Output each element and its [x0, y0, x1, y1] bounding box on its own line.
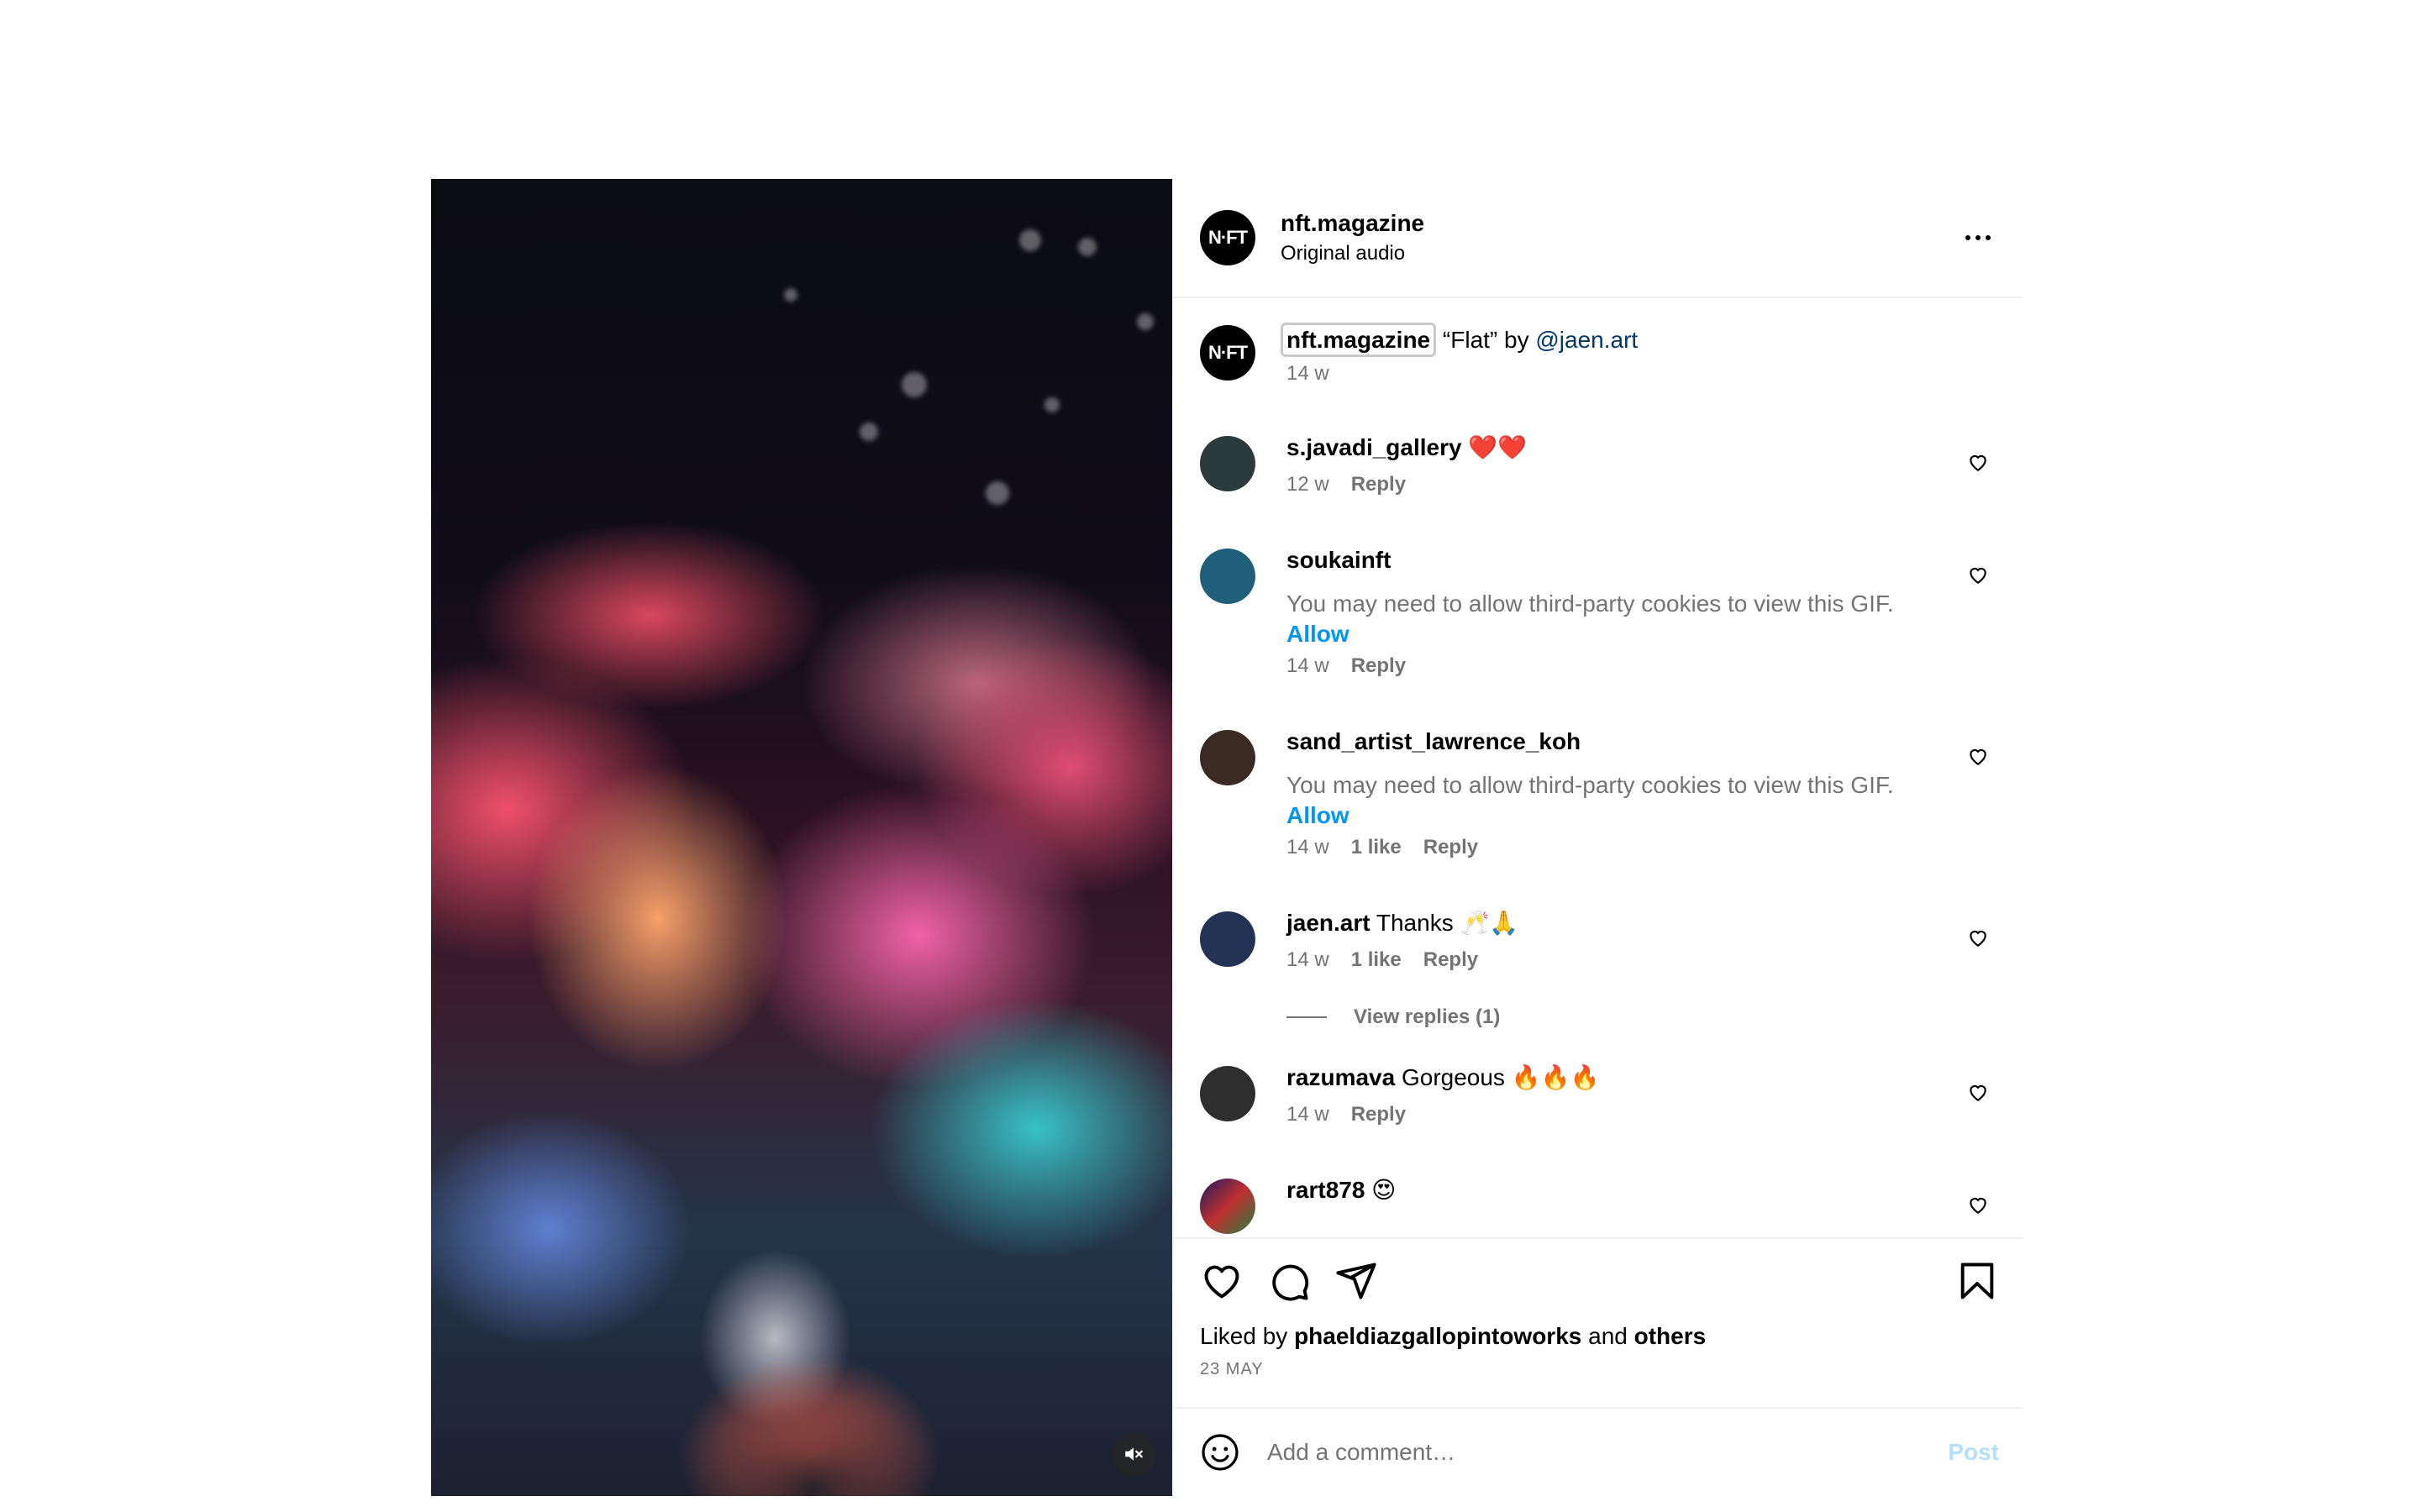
commenter-avatar[interactable]	[1200, 436, 1255, 491]
comment-item: rart878 😍	[1200, 1175, 1999, 1234]
decor-bubble	[986, 481, 1009, 505]
decor-bubble	[1044, 397, 1060, 412]
post-side-panel: N·FT nft.magazine Original audio N·FT nf…	[1172, 179, 2023, 1496]
decor-bubble	[1137, 313, 1154, 330]
emoji-icon[interactable]	[1200, 1432, 1240, 1473]
reply-button[interactable]: Reply	[1351, 1103, 1406, 1126]
comment-likes[interactable]: 1 like	[1351, 836, 1402, 859]
commenter-avatar[interactable]	[1200, 730, 1255, 785]
commenter-avatar[interactable]	[1200, 549, 1255, 604]
comment-item: sand_artist_lawrence_koh You may need to…	[1200, 727, 1999, 859]
caption-mention[interactable]: @jaen.art	[1535, 327, 1638, 353]
liked-by: Liked by phaeldiazgallopintoworks and ot…	[1200, 1323, 1999, 1350]
comment-item: jaen.art Thanks 🥂🙏 14 w 1 like Reply	[1200, 908, 1999, 972]
like-comment-icon[interactable]	[1967, 564, 1989, 585]
comment-text: Gorgeous 🔥🔥🔥	[1395, 1064, 1600, 1090]
comment-item: razumava Gorgeous 🔥🔥🔥 14 w Reply	[1200, 1063, 1999, 1126]
comment-username[interactable]: soukainft	[1286, 547, 1391, 573]
author-username[interactable]: nft.magazine	[1281, 210, 1957, 237]
caption-time[interactable]: 14 w	[1286, 362, 1329, 386]
post-dialog: N·FT nft.magazine Original audio N·FT nf…	[431, 179, 2023, 1496]
decor-bubble	[784, 288, 797, 302]
mute-button[interactable]	[1112, 1432, 1155, 1476]
post-video[interactable]	[431, 179, 1172, 1496]
allow-cookies-link[interactable]: Allow	[1286, 619, 1949, 649]
commenter-avatar[interactable]	[1200, 1179, 1255, 1234]
caption-text: “Flat” by	[1436, 327, 1536, 353]
comment-username[interactable]: jaen.art	[1286, 910, 1370, 936]
comment-text: Thanks 🥂🙏	[1370, 910, 1519, 936]
bookmark-icon[interactable]	[1955, 1259, 1999, 1303]
comment-input[interactable]	[1267, 1439, 1949, 1466]
commenter-avatar[interactable]	[1200, 1066, 1255, 1121]
like-comment-icon[interactable]	[1967, 927, 1989, 948]
more-icon	[1963, 235, 1993, 240]
comment-time[interactable]: 14 w	[1286, 654, 1329, 678]
comment-username[interactable]: rart878	[1286, 1177, 1365, 1203]
liked-by-others[interactable]: others	[1634, 1323, 1707, 1349]
allow-cookies-link[interactable]: Allow	[1286, 801, 1949, 831]
post-header: N·FT nft.magazine Original audio	[1173, 179, 2023, 298]
reply-button[interactable]: Reply	[1423, 948, 1478, 972]
avatar-logo-text: N·FT	[1207, 342, 1248, 363]
comment-item: s.javadi_gallery ❤️❤️ 12 w Reply	[1200, 433, 1999, 496]
comments-list[interactable]: N·FT nft.magazine “Flat” by @jaen.art 14…	[1173, 298, 2023, 1237]
post-actions: Liked by phaeldiazgallopintoworks and ot…	[1173, 1237, 2023, 1407]
post-comment-button[interactable]: Post	[1948, 1439, 1999, 1466]
comment-item: soukainft You may need to allow third-pa…	[1200, 545, 1999, 678]
caption-avatar[interactable]: N·FT	[1200, 325, 1255, 381]
author-avatar[interactable]: N·FT	[1200, 210, 1255, 265]
like-comment-icon[interactable]	[1967, 1081, 1989, 1103]
comment-time[interactable]: 14 w	[1286, 1103, 1329, 1126]
liked-by-user[interactable]: phaeldiazgallopintoworks	[1294, 1323, 1581, 1349]
decor-bubble	[860, 423, 878, 441]
decor-bubble	[1078, 238, 1097, 256]
comment-time[interactable]: 14 w	[1286, 948, 1329, 972]
liked-by-prefix: Liked by	[1200, 1323, 1295, 1349]
caption-username[interactable]: nft.magazine	[1281, 323, 1437, 357]
audio-label[interactable]: Original audio	[1281, 242, 1957, 265]
liked-by-middle: and	[1581, 1323, 1634, 1349]
reply-button[interactable]: Reply	[1423, 836, 1478, 859]
heart-icon[interactable]	[1200, 1259, 1244, 1303]
comment-text: ❤️❤️	[1461, 434, 1528, 460]
more-options-button[interactable]	[1957, 217, 1999, 259]
mute-icon	[1125, 1447, 1143, 1461]
add-comment-bar: Post	[1173, 1407, 2023, 1496]
gif-notice: You may need to allow third-party cookie…	[1286, 772, 1894, 798]
like-comment-icon[interactable]	[1967, 451, 1989, 473]
comment-likes[interactable]: 1 like	[1351, 948, 1402, 972]
post-date[interactable]: 23 MAY	[1200, 1360, 1999, 1379]
decor-bubble	[1019, 229, 1041, 251]
comment-text: 😍	[1365, 1177, 1397, 1203]
share-icon[interactable]	[1334, 1259, 1378, 1303]
comment-username[interactable]: s.javadi_gallery	[1286, 434, 1462, 460]
like-comment-icon[interactable]	[1967, 1194, 1989, 1215]
comment-username[interactable]: sand_artist_lawrence_koh	[1286, 728, 1581, 754]
comment-icon[interactable]	[1267, 1259, 1311, 1303]
comment-time[interactable]: 12 w	[1286, 473, 1329, 496]
view-replies-button[interactable]: View replies (1)	[1286, 1005, 1999, 1029]
avatar-logo-text: N·FT	[1207, 227, 1248, 248]
divider	[1286, 1016, 1327, 1018]
like-comment-icon[interactable]	[1967, 745, 1989, 767]
reply-button[interactable]: Reply	[1351, 473, 1406, 496]
commenter-avatar[interactable]	[1200, 911, 1255, 967]
view-replies-label: View replies (1)	[1354, 1005, 1501, 1028]
reply-button[interactable]: Reply	[1351, 654, 1406, 678]
comment-time[interactable]: 14 w	[1286, 836, 1329, 859]
caption: N·FT nft.magazine “Flat” by @jaen.art 14…	[1200, 322, 1999, 386]
gif-notice: You may need to allow third-party cookie…	[1286, 591, 1894, 617]
decor-bubble	[902, 372, 927, 397]
comment-username[interactable]: razumava	[1286, 1064, 1395, 1090]
